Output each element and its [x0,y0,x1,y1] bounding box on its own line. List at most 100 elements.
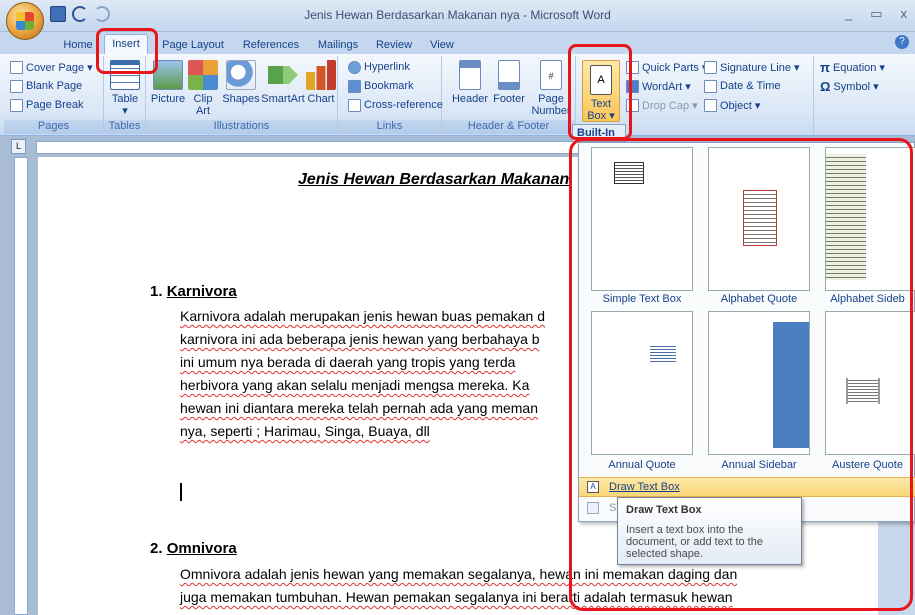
highlight-gallery [569,138,913,611]
section-title-text: Omnivora [166,540,237,557]
equation-button[interactable]: π Equation ▾ [820,59,885,75]
blank-page-button[interactable]: Blank Page [10,78,82,94]
group-header-footer: Header Footer # Page Number ▾ Header & F… [442,56,576,134]
maximize-button[interactable]: ▭ [870,6,882,22]
symbol-label: Symbol ▾ [833,80,879,93]
table-arrow: ▾ [122,105,128,117]
symbol-button[interactable]: Ω Symbol ▾ [820,78,879,94]
page-break-label: Page Break [26,99,84,111]
section-number: 2. [150,540,163,557]
bookmark-button[interactable]: Bookmark [348,78,414,94]
tab-selector-button[interactable]: L [11,139,26,154]
group-links: Hyperlink Bookmark Cross-reference Links [338,56,443,134]
group-label-pages: Pages [4,120,103,134]
omega-icon: Ω [820,78,831,94]
header-label: Header [451,93,489,105]
section-title: 1. Karnivora [150,283,237,300]
page-number-icon: # [540,60,562,90]
table-label: Table [111,93,139,105]
section-number: 1. [150,283,163,300]
shapes-icon [226,60,256,90]
signature-line-label: Signature Line ▾ [720,61,800,74]
vertical-ruler[interactable] [14,157,28,615]
group-label-tables: Tables [104,120,145,134]
blank-page-icon [10,79,23,93]
header-icon [459,60,481,90]
section-title: 2. Omnivora [150,540,237,557]
group-pages: Cover Page ▾ Blank Page Page Break Pages [4,56,104,134]
tab-home[interactable]: Home [56,36,100,54]
group-illustrations: Picture Clip Art Shapes SmartArt Chart I… [146,56,338,134]
cover-page-label: Cover Page ▾ [26,61,93,74]
tab-references[interactable]: References [236,36,306,54]
chart-icon [306,60,336,90]
hyperlink-label: Hyperlink [364,61,410,73]
group-label-links: Links [338,120,441,134]
page-break-icon [10,98,23,112]
signature-line-icon [704,60,717,74]
picture-label: Picture [150,93,186,105]
chart-button[interactable]: Chart [306,60,336,105]
group-symbols: π Equation ▾ Ω Symbol ▾ [814,56,915,134]
text-cursor [180,483,182,501]
bookmark-label: Bookmark [364,80,414,92]
tab-review[interactable]: Review [372,36,416,54]
pi-icon: π [820,59,830,75]
quick-parts-label: Quick Parts ▾ [642,61,708,74]
close-button[interactable]: x [901,6,908,22]
shapes-button[interactable]: Shapes [222,60,260,105]
quick-parts-button[interactable]: Quick Parts ▾ [626,59,707,75]
smartart-label: SmartArt [261,93,305,105]
group-label-illustrations: Illustrations [146,120,337,134]
footer-label: Footer [493,93,525,105]
hyperlink-button[interactable]: Hyperlink [348,59,410,75]
tab-page-layout[interactable]: Page Layout [158,36,228,54]
office-button[interactable] [6,2,44,40]
wordart-label: WordArt ▾ [642,80,691,93]
highlight-text-box-button [568,44,632,140]
header-button[interactable]: Header [450,60,490,105]
blank-page-label: Blank Page [26,80,83,92]
date-time-label: Date & Time [720,80,781,92]
horizontal-ruler[interactable] [36,141,596,154]
object-button[interactable]: Object ▾ [704,97,760,113]
help-icon[interactable]: ? [895,35,909,49]
group-label-header-footer: Header & Footer [442,120,575,134]
smartart-icon [268,66,298,84]
wordart-button[interactable]: WordArt ▾ [626,78,691,94]
object-icon [704,98,717,112]
clip-art-button[interactable]: Clip Art [188,60,218,117]
date-time-button[interactable]: Date & Time [704,78,781,94]
hyperlink-icon [348,60,361,74]
tab-mailings[interactable]: Mailings [312,36,364,54]
highlight-insert-tab [96,28,158,74]
clip-art-label-1: Clip [193,93,213,105]
cover-page-icon [10,60,23,74]
drop-cap-label: Drop Cap ▾ [642,99,698,112]
footer-button[interactable]: Footer [490,60,528,105]
object-label: Object ▾ [720,99,761,112]
calendar-icon [704,79,717,93]
document-heading: Jenis Hewan Berdasarkan Makanan [298,171,570,188]
cover-page-button[interactable]: Cover Page ▾ [10,59,93,75]
section-title-text: Karnivora [166,283,237,300]
window-controls: _ ▭ x [845,6,907,22]
window-title: Jenis Hewan Berdasarkan Makanan nya - Mi… [304,8,611,22]
shapes-label: Shapes [222,93,260,105]
bookmark-icon [348,79,361,93]
cross-reference-icon [348,98,361,112]
page-break-button[interactable]: Page Break [10,97,83,113]
smartart-button[interactable]: SmartArt [260,60,306,105]
clip-art-icon [188,60,218,90]
tab-view[interactable]: View [422,36,462,54]
clip-art-label-2: Art [195,105,211,117]
footer-icon [498,60,520,90]
equation-label: Equation ▾ [832,61,885,74]
drop-cap-button[interactable]: Drop Cap ▾ [626,97,698,113]
office-logo-icon [16,12,34,30]
chart-label: Chart [307,93,335,105]
cross-reference-label: Cross-reference [364,99,443,111]
minimize-button[interactable]: _ [845,6,852,22]
cross-reference-button[interactable]: Cross-reference [348,97,443,113]
signature-line-button[interactable]: Signature Line ▾ [704,59,800,75]
